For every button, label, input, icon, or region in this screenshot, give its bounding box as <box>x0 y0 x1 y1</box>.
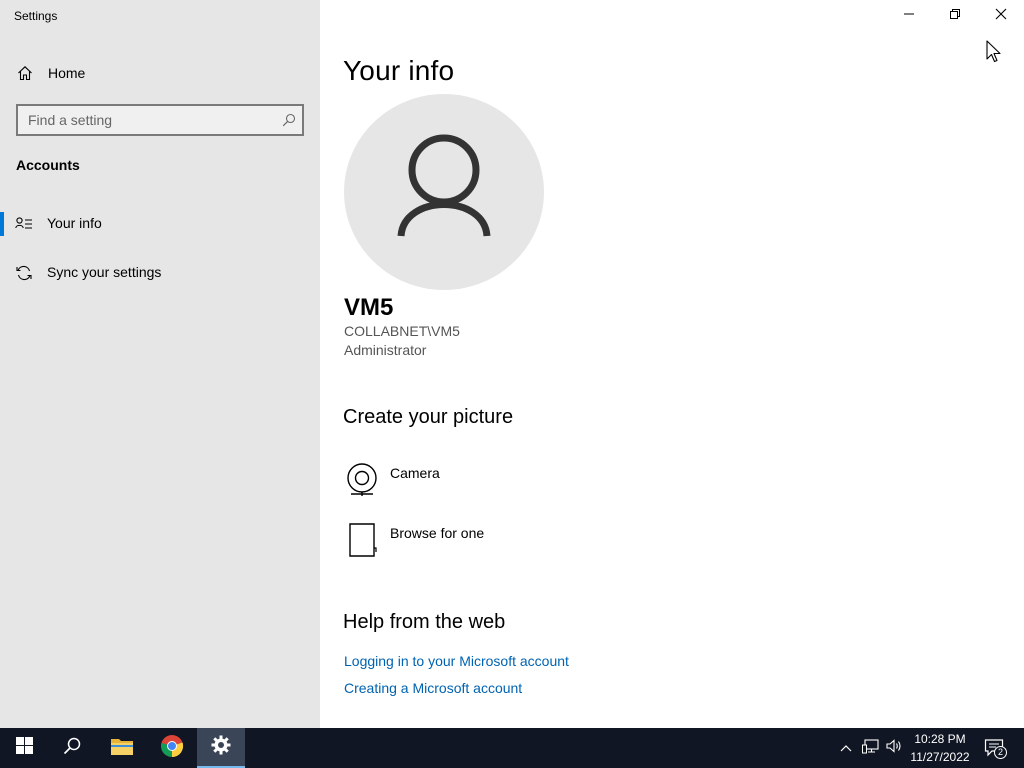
settings-icon <box>211 735 231 760</box>
app-title: Settings <box>14 9 58 23</box>
search-box[interactable] <box>16 104 304 136</box>
action-center-button[interactable]: 2 <box>980 728 1010 768</box>
user-account: COLLABNET\VM5 <box>344 323 460 339</box>
minimize-icon <box>903 7 915 25</box>
sidebar-item-your-info[interactable]: Your info <box>0 212 320 240</box>
home-icon <box>17 65 33 81</box>
sync-icon <box>15 265 33 281</box>
taskbar-chrome[interactable] <box>148 728 196 768</box>
sidebar-item-sync-settings[interactable]: Sync your settings <box>0 261 320 289</box>
user-name: VM5 <box>344 294 394 321</box>
start-icon <box>15 737 33 759</box>
network-icon <box>862 738 880 759</box>
notification-count-badge: 2 <box>994 746 1007 759</box>
restore-button[interactable] <box>932 0 978 32</box>
clock-time: 10:28 PM <box>914 732 966 746</box>
nav-home-label: Home <box>48 65 86 81</box>
sidebar: Settings Home Accounts Your info <box>0 0 320 728</box>
clock[interactable]: 10:28 PM 11/27/2022 <box>900 730 980 766</box>
taskbar: 10:28 PM 11/27/2022 2 <box>0 728 1024 768</box>
help-heading: Help from the web <box>343 611 506 633</box>
chrome-icon <box>160 734 184 763</box>
clock-date: 11/27/2022 <box>910 750 970 764</box>
file-explorer-icon <box>110 736 134 761</box>
search-icon[interactable] <box>282 113 296 127</box>
create-picture-heading: Create your picture <box>343 406 514 428</box>
camera-option[interactable]: Camera <box>344 462 644 506</box>
page-title: Your info <box>343 55 455 86</box>
user-role: Administrator <box>344 342 427 358</box>
user-list-icon <box>15 216 33 232</box>
section-heading-accounts: Accounts <box>16 157 80 173</box>
restore-icon <box>949 7 961 25</box>
close-icon <box>995 7 1007 25</box>
camera-option-label: Camera <box>390 465 440 481</box>
webcam-icon <box>344 462 380 500</box>
taskbar-file-explorer[interactable] <box>98 728 146 768</box>
sidebar-item-label: Sync your settings <box>47 264 162 280</box>
browse-option-label: Browse for one <box>390 525 485 541</box>
search-input[interactable] <box>18 106 268 134</box>
search-icon <box>63 737 81 760</box>
selected-indicator <box>0 212 4 236</box>
mouse-cursor-icon <box>986 40 1002 64</box>
nav-home[interactable]: Home <box>0 58 320 88</box>
main-content: Your info VM5 COLLABNET\VM5 Administrato… <box>320 0 1024 728</box>
settings-window: Settings Home Accounts Your info <box>0 0 1024 728</box>
network-button[interactable] <box>860 728 882 768</box>
show-hidden-icons-button[interactable] <box>836 728 856 768</box>
sidebar-item-label: Your info <box>47 215 102 231</box>
taskbar-settings[interactable] <box>197 728 245 768</box>
start-button[interactable] <box>0 728 48 768</box>
document-icon <box>344 522 380 560</box>
link-logging-in[interactable]: Logging in to your Microsoft account <box>344 653 569 669</box>
browse-option[interactable]: Browse for one <box>344 522 644 566</box>
link-creating-account[interactable]: Creating a Microsoft account <box>344 680 522 696</box>
chevron-up-icon <box>840 739 852 757</box>
notification-icon: 2 <box>984 738 1007 759</box>
close-button[interactable] <box>978 0 1024 32</box>
taskbar-search-button[interactable] <box>48 728 96 768</box>
minimize-button[interactable] <box>886 0 932 32</box>
avatar <box>344 94 544 290</box>
